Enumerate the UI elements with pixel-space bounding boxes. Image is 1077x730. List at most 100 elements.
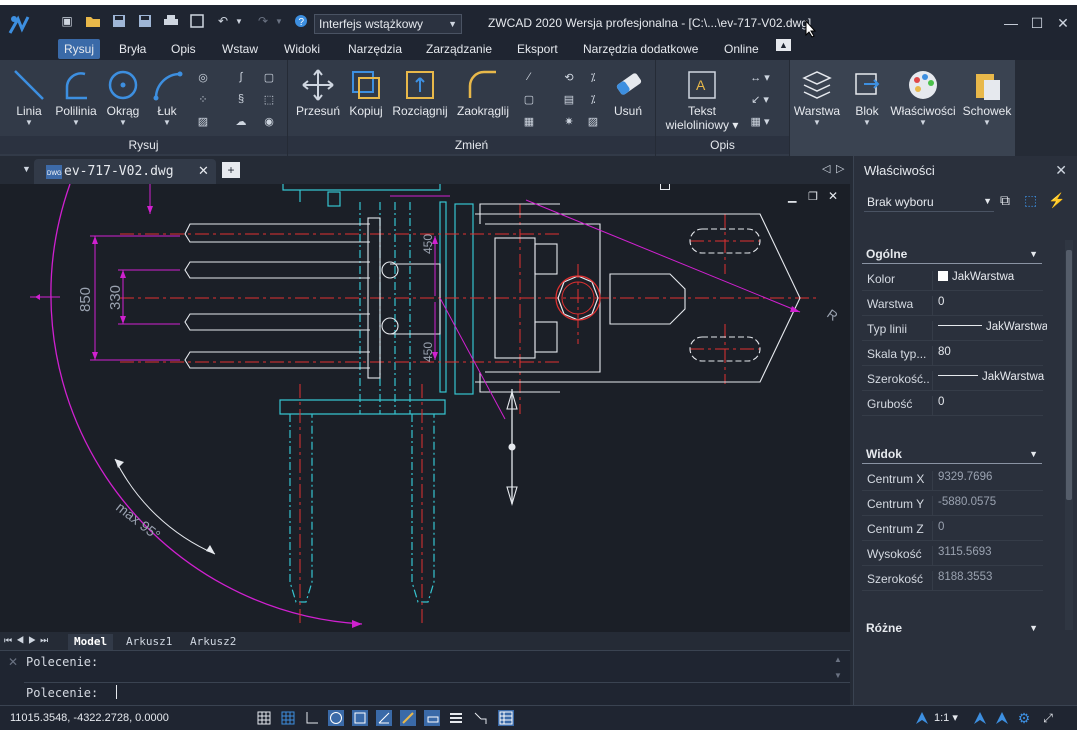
- snap-icon[interactable]: [280, 710, 296, 726]
- scroll-tabs-left-icon[interactable]: ◁: [822, 162, 830, 175]
- scroll-up-icon[interactable]: ▲: [834, 655, 842, 664]
- lineweight-icon[interactable]: [448, 710, 464, 726]
- polyline-tool[interactable]: Polilinia ▼: [50, 66, 102, 127]
- ellipse-icon[interactable]: ◎: [196, 70, 210, 84]
- settings-gear-icon[interactable]: ⚙: [1016, 710, 1032, 726]
- offset-icon[interactable]: ⁒: [586, 70, 600, 84]
- point-icon[interactable]: ⁘: [196, 92, 210, 106]
- array-icon[interactable]: ▦: [522, 114, 536, 128]
- property-linetype-scale[interactable]: Skala typ... 80: [862, 341, 1043, 366]
- property-layer[interactable]: Warstwa 0: [862, 291, 1043, 316]
- revision-cloud-icon[interactable]: ☁: [234, 114, 248, 128]
- zoom-extents-icon[interactable]: [188, 12, 206, 30]
- maximize-button[interactable]: ☐: [1028, 14, 1046, 32]
- viewport-close-icon[interactable]: ✕: [828, 189, 838, 203]
- scale-icon[interactable]: ▤: [562, 92, 576, 106]
- line-tool[interactable]: Linia ▼: [3, 66, 55, 127]
- explode-icon[interactable]: ✷: [562, 114, 576, 128]
- tab-arkusz2[interactable]: Arkusz2: [184, 634, 242, 650]
- close-button[interactable]: ✕: [1054, 14, 1072, 32]
- section-general[interactable]: Ogólne ▼: [862, 244, 1042, 264]
- annotation-visibility-icon[interactable]: [914, 710, 930, 726]
- boundary-icon[interactable]: ⬚: [262, 92, 276, 106]
- grid-icon[interactable]: [256, 710, 272, 726]
- tab-model[interactable]: Model: [68, 634, 114, 650]
- helix-icon[interactable]: §: [234, 92, 248, 106]
- join-icon[interactable]: ▨: [586, 114, 600, 128]
- osnap-icon[interactable]: [352, 710, 368, 726]
- workspace-select[interactable]: Interfejs wstążkowy ▼: [314, 14, 462, 34]
- leader-icon[interactable]: ↙ ▾: [748, 92, 772, 106]
- layout-nav-icons[interactable]: ⏮◀▶⏭: [4, 635, 52, 646]
- tab-bryla[interactable]: Bryła: [113, 39, 152, 59]
- arc-tool[interactable]: Łuk ▼: [141, 66, 193, 127]
- help-icon[interactable]: ?: [292, 12, 310, 30]
- cad-drawing[interactable]: 850 330 450 450 max 95° R: [0, 184, 850, 632]
- copy-tool[interactable]: Kopiuj: [340, 66, 392, 118]
- properties-tool[interactable]: Właściwości ▼: [888, 66, 958, 127]
- properties-scrollbar[interactable]: [1065, 240, 1073, 630]
- select-objects-icon[interactable]: ⬚: [1024, 192, 1037, 209]
- tab-widoki[interactable]: Widoki: [278, 39, 326, 59]
- annotation-autoscale-icon[interactable]: [972, 710, 988, 726]
- mtext-tool[interactable]: A Tekst wieloliniowy ▾: [662, 66, 742, 132]
- dynamic-ucs-icon[interactable]: [400, 710, 416, 726]
- redo-dropdown-icon[interactable]: ▼: [274, 12, 284, 30]
- viewport-minimize-icon[interactable]: ▁: [788, 190, 796, 203]
- rotate-icon[interactable]: ⟲: [562, 70, 576, 84]
- scrollbar-thumb[interactable]: [1066, 250, 1072, 500]
- erase-tool[interactable]: Usuń: [606, 66, 650, 118]
- close-tab-icon[interactable]: ✕: [198, 163, 209, 179]
- tab-zarzadzanie[interactable]: Zarządzanie: [420, 39, 498, 59]
- polar-icon[interactable]: [328, 710, 344, 726]
- dimension-icon[interactable]: ↔ ▾: [748, 70, 772, 84]
- new-tab-icon[interactable]: +: [222, 162, 240, 178]
- tab-narzedzia-dodatkowe[interactable]: Narzędzia dodatkowe: [577, 39, 704, 59]
- break-icon[interactable]: ⁒: [586, 92, 600, 106]
- selection-dropdown[interactable]: Brak wyboru ▼: [864, 192, 994, 212]
- section-misc[interactable]: Różne ▼: [862, 618, 1042, 638]
- rectangle-icon[interactable]: ▢: [262, 70, 276, 84]
- minimize-ribbon-icon[interactable]: ▲: [776, 39, 791, 51]
- undo-icon[interactable]: ↶: [214, 12, 232, 30]
- document-tab[interactable]: DWG ev-717-V02.dwg ✕: [34, 159, 216, 184]
- toggle-pickadd-icon[interactable]: ⧉: [1000, 192, 1010, 209]
- save-as-icon[interactable]: [136, 12, 154, 30]
- undo-dropdown-icon[interactable]: ▼: [234, 12, 244, 30]
- quick-select-icon[interactable]: ⚡: [1048, 192, 1065, 209]
- hatch-icon[interactable]: ▨: [196, 114, 210, 128]
- tab-rysuj[interactable]: Rysuj: [58, 39, 101, 59]
- scroll-tabs-right-icon[interactable]: ▷: [836, 162, 844, 175]
- tab-online[interactable]: Online: [718, 39, 765, 59]
- scroll-down-icon[interactable]: ▼: [834, 671, 842, 680]
- selection-cycling-icon[interactable]: [472, 710, 488, 726]
- open-folder-icon[interactable]: [84, 12, 102, 30]
- layer-tool[interactable]: Warstwa ▼: [790, 66, 844, 127]
- property-lineweight[interactable]: Szerokość... JakWarstwa: [862, 366, 1044, 391]
- property-thickness[interactable]: Grubość 0: [862, 391, 1043, 416]
- tab-list-icon[interactable]: ▼: [22, 164, 31, 174]
- minimize-button[interactable]: —: [1002, 14, 1020, 32]
- command-input[interactable]: [116, 685, 117, 699]
- block-tool[interactable]: Blok ▼: [842, 66, 892, 127]
- mirror-icon[interactable]: ▢: [522, 92, 536, 106]
- save-icon[interactable]: [110, 12, 128, 30]
- donut-icon[interactable]: ◉: [262, 114, 276, 128]
- otrack-icon[interactable]: [376, 710, 392, 726]
- property-linetype[interactable]: Typ linii JakWarstwa: [862, 316, 1047, 341]
- new-file-icon[interactable]: ▣: [58, 12, 76, 30]
- tab-narzedzia[interactable]: Narzędzia: [342, 39, 408, 59]
- fullscreen-icon[interactable]: ⤢: [1040, 710, 1056, 726]
- tab-opis[interactable]: Opis: [165, 39, 202, 59]
- redo-icon[interactable]: ↷: [254, 12, 272, 30]
- clipboard-tool[interactable]: Schowek ▼: [960, 66, 1014, 127]
- ortho-icon[interactable]: [304, 710, 320, 726]
- stretch-tool[interactable]: Rozciągnij: [392, 66, 448, 118]
- fillet-tool[interactable]: Zaokrąglij: [454, 66, 512, 118]
- move-tool[interactable]: Przesuń: [292, 66, 344, 118]
- dynamic-input-icon[interactable]: [424, 710, 440, 726]
- print-icon[interactable]: [162, 12, 180, 30]
- annotation-scale[interactable]: 1:1 ▾: [934, 711, 958, 724]
- workspace-switch-icon[interactable]: [994, 710, 1010, 726]
- spline-icon[interactable]: ∫: [234, 70, 248, 84]
